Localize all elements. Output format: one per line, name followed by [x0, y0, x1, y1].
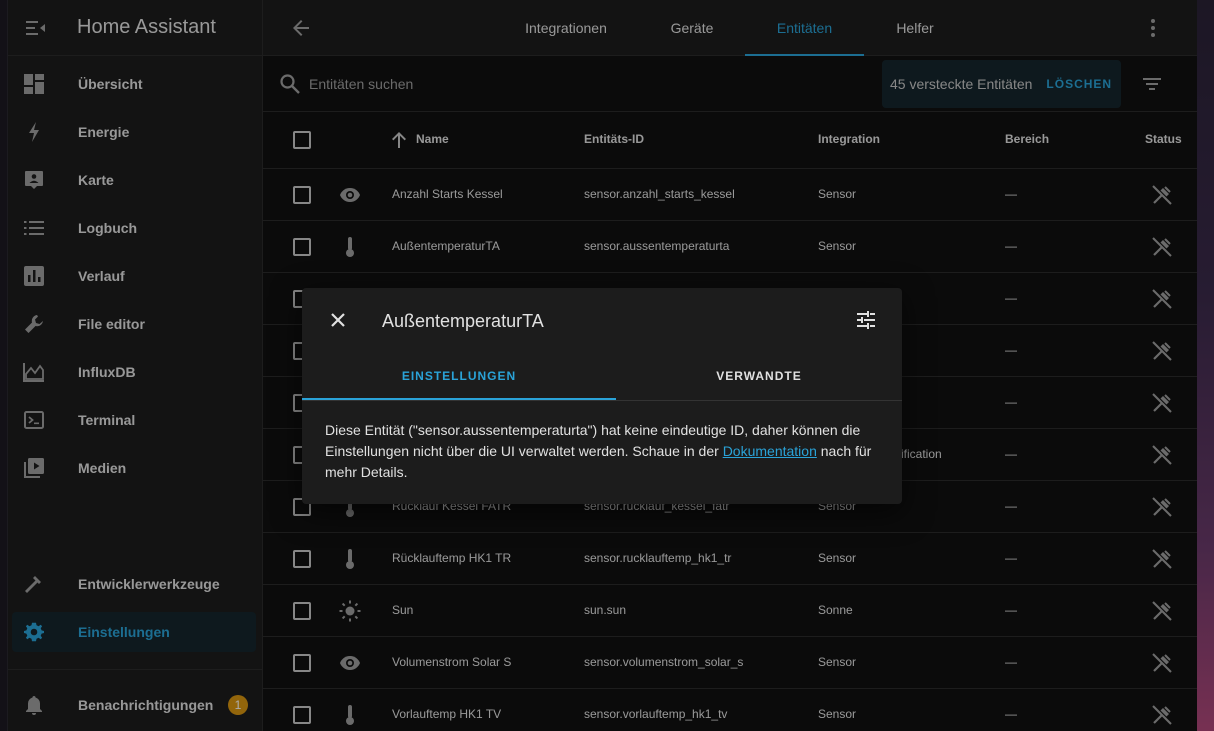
dialog-tab-divider — [302, 400, 902, 401]
dialog-tab-settings[interactable]: EINSTELLUNGEN — [302, 352, 616, 400]
close-icon — [331, 313, 345, 327]
dialog-tab-related[interactable]: VERWANDTE — [602, 352, 916, 400]
dialog-message: Diese Entität ("sensor.aussentemperaturt… — [325, 420, 885, 483]
entity-settings-dialog: AußentemperaturTA EINSTELLUNGEN VERWANDT… — [302, 288, 902, 504]
close-dialog-button[interactable] — [326, 308, 350, 337]
documentation-link[interactable]: Dokumentation — [723, 443, 817, 459]
advanced-settings-button[interactable] — [854, 308, 878, 337]
tune-icon — [857, 311, 875, 329]
dialog-title: AußentemperaturTA — [382, 311, 544, 331]
